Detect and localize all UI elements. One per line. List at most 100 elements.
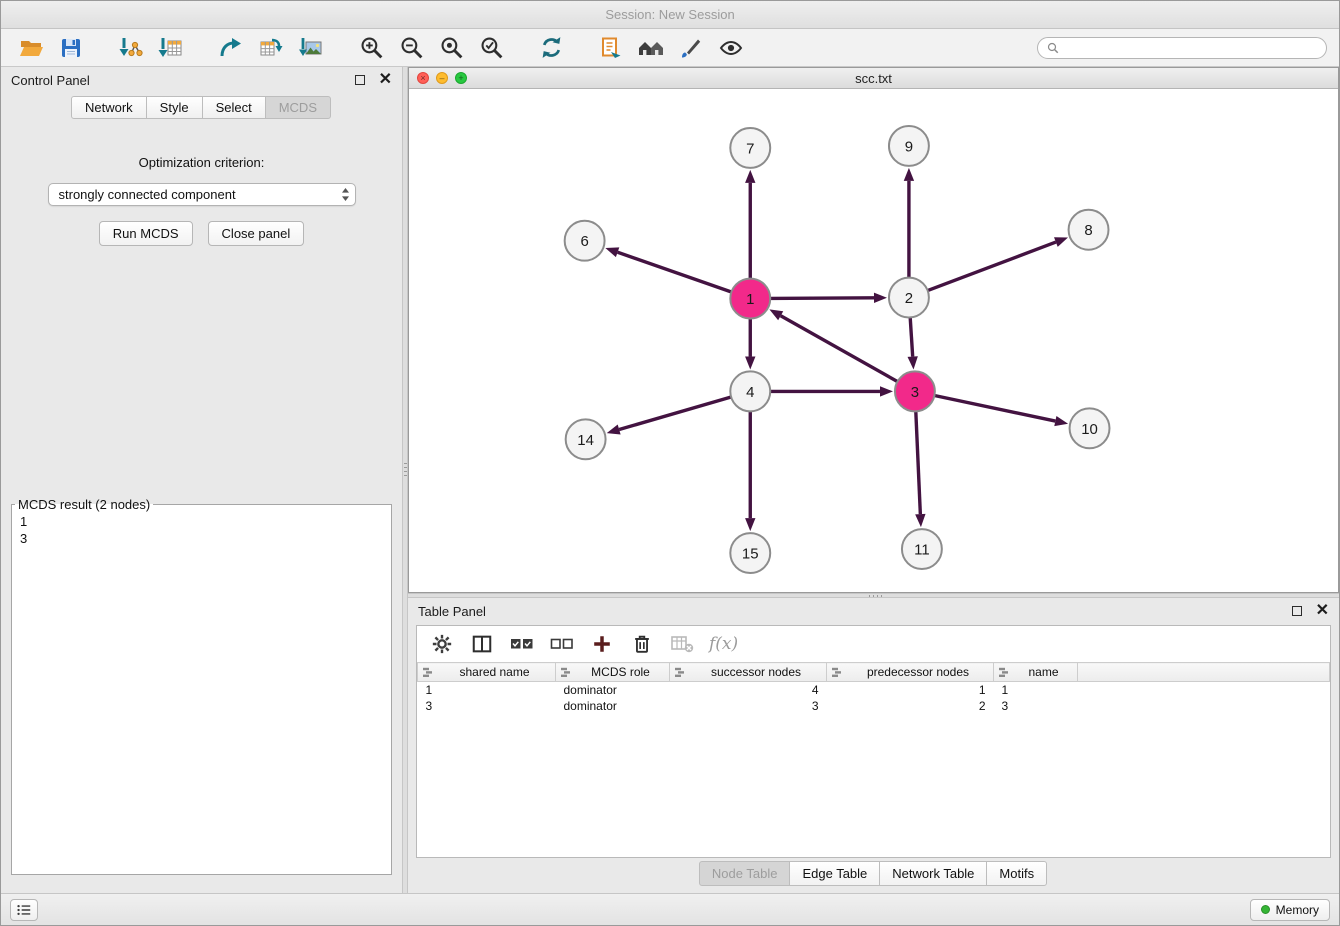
- main-area: Control Panel ✕ Network Style Select MCD…: [1, 67, 1339, 893]
- table-panel-tabs: Node Table Edge Table Network Table Moti…: [408, 858, 1339, 888]
- criterion-select[interactable]: strongly connected component: [48, 183, 356, 206]
- svg-text:9: 9: [905, 138, 913, 155]
- save-session-button[interactable]: [53, 33, 89, 63]
- column-header-successor-nodes[interactable]: successor nodes: [670, 663, 827, 682]
- select-all-button[interactable]: [509, 631, 535, 657]
- tab-edge-table[interactable]: Edge Table: [789, 861, 880, 886]
- import-network-icon: [118, 36, 144, 60]
- column-header-shared-name[interactable]: shared name: [418, 663, 556, 682]
- graph-node-3[interactable]: 3: [895, 371, 935, 411]
- tab-motifs[interactable]: Motifs: [986, 861, 1047, 886]
- edge-arrowhead-icon: [745, 518, 755, 531]
- graph-node-7[interactable]: 7: [730, 128, 770, 168]
- graph-edge-3-11[interactable]: [916, 411, 921, 514]
- column-header-predecessor-nodes[interactable]: predecessor nodes: [827, 663, 994, 682]
- float-table-panel-icon[interactable]: [1292, 606, 1302, 616]
- import-table-button[interactable]: [153, 33, 189, 63]
- table-cell[interactable]: 4: [670, 682, 827, 698]
- zoom-selected-button[interactable]: [473, 33, 509, 63]
- search-input[interactable]: [1065, 40, 1317, 56]
- close-panel-icon[interactable]: ✕: [379, 72, 392, 88]
- edge-arrowhead-icon: [874, 293, 887, 303]
- add-column-button[interactable]: [589, 631, 615, 657]
- table-row[interactable]: 1dominator411: [418, 682, 1330, 698]
- function-builder-button[interactable]: f(x): [709, 634, 738, 654]
- zoom-out-button[interactable]: [393, 33, 429, 63]
- network-canvas[interactable]: 7 9 6 8 1 2 4 3 14 10 15 11: [409, 89, 1338, 592]
- optimization-criterion-label: Optimization criterion:: [139, 155, 265, 170]
- tab-network-table[interactable]: Network Table: [879, 861, 987, 886]
- graph-node-9[interactable]: 9: [889, 126, 929, 166]
- table-cell[interactable]: 1: [418, 682, 556, 698]
- graph-edge-3-10[interactable]: [934, 396, 1055, 422]
- apply-style-button[interactable]: [673, 33, 709, 63]
- tab-mcds[interactable]: MCDS: [265, 96, 331, 119]
- zoom-fit-icon: [439, 35, 464, 60]
- tab-node-table[interactable]: Node Table: [699, 861, 791, 886]
- table-row[interactable]: 3dominator323: [418, 698, 1330, 714]
- show-column-panel-button[interactable]: [469, 631, 495, 657]
- import-network-button[interactable]: [113, 33, 149, 63]
- export-table-button[interactable]: [253, 33, 289, 63]
- graph-node-6[interactable]: 6: [565, 221, 605, 261]
- table-cell[interactable]: 2: [827, 698, 994, 714]
- table-cell[interactable]: dominator: [556, 698, 670, 714]
- horizontal-splitter[interactable]: [408, 593, 1339, 598]
- tab-select[interactable]: Select: [202, 96, 266, 119]
- graph-edge-1-6[interactable]: [618, 252, 732, 292]
- select-all-icon: [510, 635, 534, 653]
- close-panel-button[interactable]: Close panel: [208, 221, 305, 246]
- mcds-result-line: 3: [20, 530, 383, 547]
- window-maximize-button[interactable]: +: [455, 72, 467, 84]
- refresh-layout-button[interactable]: [533, 33, 569, 63]
- table-cell[interactable]: 3: [670, 698, 827, 714]
- graph-edge-2-8[interactable]: [928, 242, 1056, 290]
- show-panel-button[interactable]: [10, 899, 38, 921]
- zoom-in-button[interactable]: [353, 33, 389, 63]
- zoom-fit-button[interactable]: [433, 33, 469, 63]
- window-minimize-button[interactable]: –: [436, 72, 448, 84]
- delete-column-button[interactable]: [629, 631, 655, 657]
- graph-node-8[interactable]: 8: [1069, 210, 1109, 250]
- table-cell[interactable]: 1: [827, 682, 994, 698]
- graph-edge-1-2[interactable]: [770, 298, 874, 299]
- column-header-name[interactable]: name: [994, 663, 1078, 682]
- memory-button[interactable]: Memory: [1250, 899, 1330, 921]
- window-close-button[interactable]: ×: [417, 72, 429, 84]
- svg-text:7: 7: [746, 140, 754, 157]
- graph-node-2[interactable]: 2: [889, 278, 929, 318]
- svg-text:10: 10: [1081, 421, 1098, 438]
- graph-node-1[interactable]: 1: [730, 279, 770, 319]
- export-image-button[interactable]: [293, 33, 329, 63]
- show-hide-button[interactable]: [713, 33, 749, 63]
- sort-hierarchy-icon: [422, 667, 434, 678]
- search-field[interactable]: [1037, 37, 1327, 59]
- float-panel-icon[interactable]: [355, 75, 365, 85]
- close-table-panel-icon[interactable]: ✕: [1316, 603, 1329, 619]
- table-cell[interactable]: dominator: [556, 682, 670, 698]
- graph-edge-4-14[interactable]: [619, 397, 731, 430]
- graph-node-10[interactable]: 10: [1070, 408, 1110, 448]
- tab-network[interactable]: Network: [71, 96, 147, 119]
- graph-edge-3-1[interactable]: [781, 316, 898, 382]
- table-cell[interactable]: 1: [994, 682, 1078, 698]
- graph-node-4[interactable]: 4: [730, 371, 770, 411]
- tab-style[interactable]: Style: [146, 96, 203, 119]
- column-header-mcds-role[interactable]: MCDS role: [556, 663, 670, 682]
- copy-network-button[interactable]: [593, 33, 629, 63]
- deselect-all-button[interactable]: [549, 631, 575, 657]
- graph-node-11[interactable]: 11: [902, 529, 942, 569]
- table-cell[interactable]: 3: [418, 698, 556, 714]
- network-manager-button[interactable]: [633, 33, 669, 63]
- graph-node-14[interactable]: 14: [566, 419, 606, 459]
- table-settings-button[interactable]: [429, 631, 455, 657]
- run-mcds-button[interactable]: Run MCDS: [99, 221, 193, 246]
- export-network-button[interactable]: [213, 33, 249, 63]
- network-graph[interactable]: 7 9 6 8 1 2 4 3 14 10 15 11: [409, 89, 1338, 592]
- export-image-icon: [298, 36, 324, 60]
- graph-edge-2-3[interactable]: [910, 318, 912, 357]
- vertical-splitter[interactable]: [402, 67, 408, 893]
- open-file-button[interactable]: [13, 33, 49, 63]
- graph-node-15[interactable]: 15: [730, 533, 770, 573]
- table-cell[interactable]: 3: [994, 698, 1078, 714]
